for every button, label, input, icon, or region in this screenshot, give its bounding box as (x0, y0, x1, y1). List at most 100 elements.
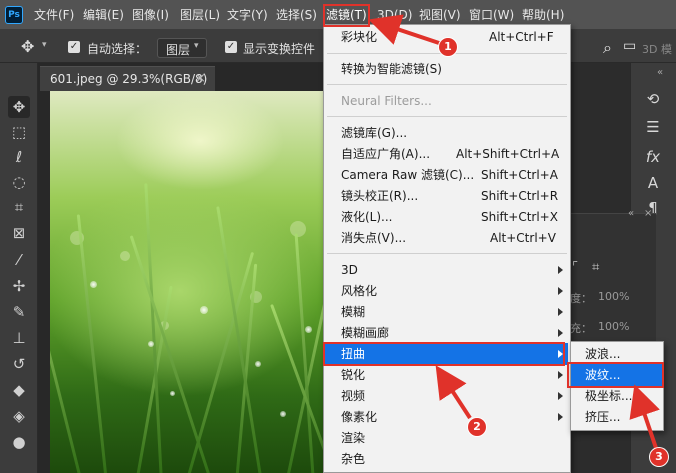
workspace-icon[interactable]: ▭ (623, 38, 636, 54)
stamp-tool-icon[interactable]: ⊥ (8, 327, 30, 349)
history-brush-tool-icon[interactable]: ↺ (8, 353, 30, 375)
dew-drop (200, 306, 208, 314)
menu-help[interactable]: 帮助(H) (522, 7, 564, 23)
lasso-tool-icon[interactable]: ℓ (8, 146, 30, 168)
menu-file[interactable]: 文件(F) (34, 7, 74, 23)
shortcut-vanishing-point: Alt+Ctrl+V (490, 231, 556, 245)
menu-select[interactable]: 选择(S) (276, 7, 317, 23)
menu-item-blur-gallery[interactable]: 模糊画廊 (341, 325, 389, 341)
quick-select-tool-icon[interactable]: ◌ (8, 171, 30, 193)
menu-item-lens-correction[interactable]: 镜头校正(R)... (341, 188, 418, 204)
grass-blade (76, 214, 108, 473)
opacity-value[interactable]: 100% (598, 290, 629, 303)
submenu-item-pinch[interactable]: 挤压... (585, 409, 620, 425)
auto-select-checkbox[interactable]: ✓ (68, 41, 80, 53)
eraser-tool-icon[interactable]: ◆ (8, 379, 30, 401)
menu-item-filter-gallery[interactable]: 滤镜库(G)... (341, 125, 407, 141)
step-badge-2: 2 (468, 418, 486, 436)
menu-item-sharpen[interactable]: 锐化 (341, 367, 365, 383)
menu-item-vanishing-point[interactable]: 消失点(V)... (341, 230, 406, 246)
brush-tool-icon[interactable]: ✎ (8, 301, 30, 323)
menu-item-render[interactable]: 渲染 (341, 430, 365, 446)
healing-tool-icon[interactable]: ✢ (8, 275, 30, 297)
show-transform-checkbox[interactable]: ✓ (225, 41, 237, 53)
frame-tool-icon[interactable]: ⊠ (8, 222, 30, 244)
menu-image[interactable]: 图像(I) (132, 7, 169, 23)
marquee-tool-icon[interactable]: ⬚ (8, 121, 30, 143)
expand-panels-icon[interactable]: « (657, 67, 663, 78)
menu-item-video[interactable]: 视频 (341, 388, 365, 404)
shortcut-lens-correction: Shift+Ctrl+R (481, 189, 559, 203)
collapse-icon[interactable]: « (628, 208, 634, 219)
gradient-tool-icon[interactable]: ◈ (8, 405, 30, 427)
blur-tool-icon[interactable]: ● (8, 431, 30, 453)
close-icon[interactable]: × (644, 208, 652, 219)
menu-item-camera-raw[interactable]: Camera Raw 滤镜(C)... (341, 167, 474, 183)
menu-item-noise[interactable]: 杂色 (341, 451, 365, 467)
move-options-icon[interactable]: ✥ (21, 37, 34, 56)
submenu-item-polar-coordinates[interactable]: 极坐标... (585, 388, 632, 404)
auto-select-value: 图层 (166, 43, 191, 57)
menu-3d[interactable]: 3D(D) (377, 7, 412, 23)
menu-item-adaptive-wide-angle[interactable]: 自适应广角(A)... (341, 146, 430, 162)
shortcut-camera-raw: Shift+Ctrl+A (481, 168, 558, 182)
fill-label: 充： (570, 322, 592, 335)
history-icon[interactable]: ⟲ (638, 88, 668, 110)
menu-edit[interactable]: 编辑(E) (83, 7, 124, 23)
menu-item-convert-smart-filter[interactable]: 转换为智能滤镜(S) (341, 61, 442, 77)
submenu-arrow-icon (558, 413, 563, 421)
chevron-down-icon[interactable]: ▾ (42, 40, 47, 50)
menu-item-last-filter[interactable]: 彩块化 (341, 29, 377, 45)
menu-item-pixelate[interactable]: 像素化 (341, 409, 377, 425)
menu-item-liquify[interactable]: 液化(L)... (341, 209, 393, 225)
auto-select-label: 自动选择： (87, 42, 148, 56)
3d-mode-label: 3D 模 (642, 43, 672, 56)
eyedropper-tool-icon[interactable]: ⁄ (8, 249, 30, 271)
menu-item-stylize[interactable]: 风格化 (341, 283, 377, 299)
menu-item-3d[interactable]: 3D (341, 262, 358, 278)
grass-blade (50, 259, 83, 473)
menu-type[interactable]: 文字(Y) (227, 7, 268, 23)
fx-icon[interactable]: fx (638, 146, 668, 168)
submenu-item-wave[interactable]: 波浪... (585, 346, 620, 362)
submenu-arrow-icon (558, 308, 563, 316)
submenu-arrow-icon (558, 371, 563, 379)
menu-item-blur[interactable]: 模糊 (341, 304, 365, 320)
step-badge-3: 3 (650, 448, 668, 466)
search-icon[interactable]: ⌕ (603, 38, 612, 58)
menu-view[interactable]: 视图(V) (419, 7, 461, 23)
photoshop-logo[interactable]: Ps (5, 6, 23, 24)
menu-layer[interactable]: 图层(L) (180, 7, 220, 23)
menu-separator (327, 116, 567, 117)
shortcut-last-filter: Alt+Ctrl+F (489, 30, 554, 44)
character-icon[interactable]: A (638, 172, 668, 194)
canvas-image[interactable] (50, 91, 350, 473)
annotation-box-filter-menu (323, 4, 370, 27)
opacity-label: 度： (570, 292, 592, 305)
adjustments-icon[interactable]: ☰ (638, 116, 668, 138)
artboard-icon[interactable]: ⌗ (592, 260, 599, 275)
filter-menu (323, 24, 571, 473)
show-transform-label: 显示变换控件 (243, 42, 316, 56)
shortcut-liquify: Shift+Ctrl+X (481, 210, 558, 224)
shortcut-adaptive-wide-angle: Alt+Shift+Ctrl+A (456, 147, 560, 161)
chevron-down-icon: ▾ (194, 41, 199, 51)
close-icon[interactable]: × (195, 71, 206, 86)
dew-drop (255, 361, 261, 367)
menu-window[interactable]: 窗口(W) (469, 7, 514, 23)
document-tab-title: 601.jpeg @ 29.3%(RGB/8) (50, 72, 208, 86)
lock-icon[interactable]: ⌜ (572, 260, 578, 275)
move-tool-icon[interactable]: ✥ (8, 96, 30, 118)
annotation-box-distort (323, 342, 565, 366)
bokeh-light (120, 251, 130, 261)
dew-drop (90, 281, 97, 288)
submenu-arrow-icon (558, 266, 563, 274)
document-tab[interactable]: 601.jpeg @ 29.3%(RGB/8) × (40, 66, 215, 91)
auto-select-dropdown[interactable]: 图层 ▾ (157, 38, 207, 58)
annotation-box-ripple (567, 362, 664, 388)
crop-tool-icon[interactable]: ⌗ (8, 196, 30, 218)
submenu-arrow-icon (558, 287, 563, 295)
bokeh-light (290, 221, 306, 237)
fill-value[interactable]: 100% (598, 320, 629, 333)
submenu-arrow-icon (558, 329, 563, 337)
